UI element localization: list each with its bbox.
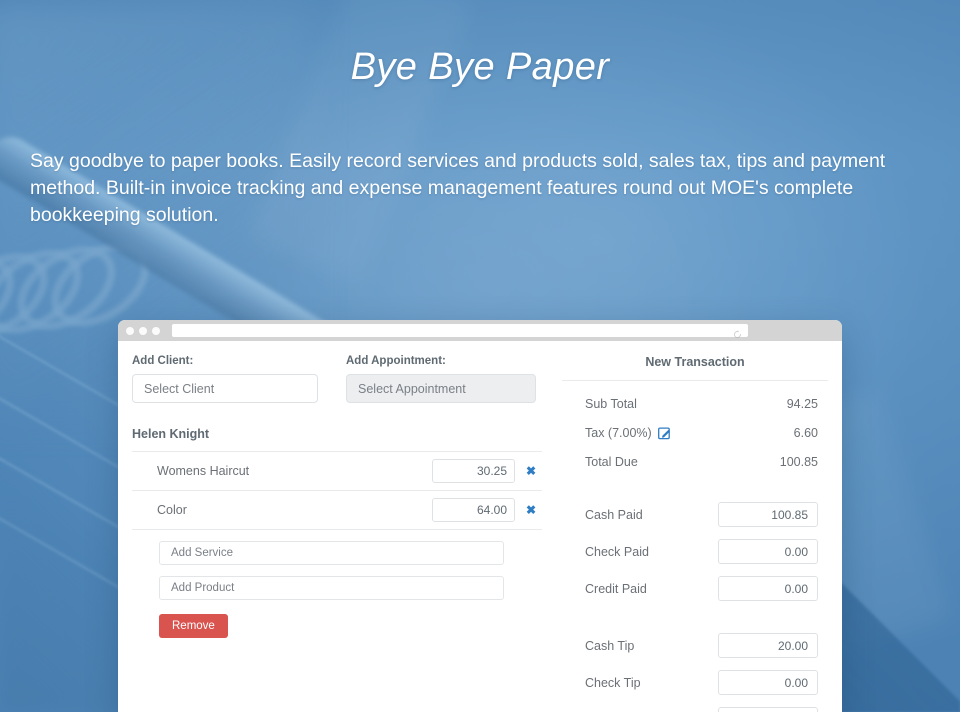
line-item-amount-input[interactable]: 64.00 <box>432 498 515 522</box>
page-title: Bye Bye Paper <box>350 46 610 88</box>
list-item: Credit Tip 0.00 <box>562 701 828 712</box>
total-due-value: 100.85 <box>779 454 818 469</box>
line-item-amount-input[interactable]: 30.25 <box>432 459 515 483</box>
select-appointment-dropdown[interactable]: Select Appointment <box>346 374 536 403</box>
list-item: Total Due 100.85 <box>562 447 828 476</box>
total-due-label: Total Due <box>585 454 638 469</box>
minimize-window-dot[interactable] <box>139 326 147 335</box>
page-description: Say goodbye to paper books. Easily recor… <box>30 150 886 226</box>
line-item-name: Color <box>157 503 187 517</box>
address-bar[interactable] <box>172 324 748 338</box>
cash-tip-label: Cash Tip <box>585 638 635 653</box>
edit-pencil-icon[interactable] <box>657 426 672 440</box>
cash-paid-label: Cash Paid <box>585 507 643 522</box>
close-window-dot[interactable] <box>126 326 134 335</box>
close-icon[interactable]: ✖ <box>520 503 542 517</box>
select-client-dropdown[interactable]: Select Client <box>132 374 318 403</box>
add-appointment-label: Add Appointment: <box>346 355 446 367</box>
check-paid-label: Check Paid <box>585 544 649 559</box>
transaction-left-panel: Add Client: Select Client Add Appointmen… <box>132 355 550 712</box>
list-item: Check Tip 0.00 <box>562 664 828 701</box>
list-item: Cash Paid 100.85 <box>562 496 828 533</box>
subtotal-label: Sub Total <box>585 396 637 411</box>
divider <box>132 529 542 530</box>
maximize-window-dot[interactable] <box>152 326 160 335</box>
credit-paid-input[interactable]: 0.00 <box>718 576 818 601</box>
table-row: Color 64.00 ✖ <box>132 491 542 529</box>
close-icon[interactable]: ✖ <box>520 464 542 478</box>
list-item: Sub Total 94.25 <box>562 389 828 418</box>
remove-button[interactable]: Remove <box>159 614 228 638</box>
add-appointment-group: Add Appointment: Select Appointment <box>346 355 536 403</box>
panel-title: New Transaction <box>645 355 745 369</box>
tax-label: Tax (7.00%) <box>585 425 652 440</box>
add-client-label: Add Client: <box>132 355 194 367</box>
check-paid-input[interactable]: 0.00 <box>718 539 818 564</box>
table-row: Womens Haircut 30.25 ✖ <box>132 452 542 490</box>
add-product-input[interactable]: Add Product <box>159 576 504 600</box>
list-item: Check Paid 0.00 <box>562 533 828 570</box>
totals-list: Sub Total 94.25 Tax (7.00%) 6.60 Total D… <box>562 381 828 476</box>
selector-row: Add Client: Select Client Add Appointmen… <box>132 355 542 403</box>
credit-paid-label: Credit Paid <box>585 581 647 596</box>
app-content: Add Client: Select Client Add Appointmen… <box>118 341 842 712</box>
list-item: Tax (7.00%) 6.60 <box>562 418 828 447</box>
add-client-group: Add Client: Select Client <box>132 355 318 403</box>
browser-chrome <box>118 320 842 341</box>
line-item-name: Womens Haircut <box>157 464 250 478</box>
window-controls <box>126 326 160 335</box>
cash-tip-input[interactable]: 20.00 <box>718 633 818 658</box>
slide-stage: Bye Bye Paper Say goodbye to paper books… <box>0 0 960 712</box>
browser-mockup: Add Client: Select Client Add Appointmen… <box>118 320 842 712</box>
reload-icon[interactable] <box>733 326 742 338</box>
transaction-right-panel: New Transaction Sub Total 94.25 Tax (7.0… <box>550 355 828 712</box>
check-tip-input[interactable]: 0.00 <box>718 670 818 695</box>
check-tip-label: Check Tip <box>585 675 641 690</box>
list-item: Credit Paid 0.00 <box>562 570 828 607</box>
cash-paid-input[interactable]: 100.85 <box>718 502 818 527</box>
subtotal-value: 94.25 <box>786 396 818 411</box>
credit-tip-input[interactable]: 0.00 <box>718 707 818 712</box>
tax-value: 6.60 <box>793 425 818 440</box>
client-name-heading: Helen Knight <box>132 427 210 441</box>
list-item: Cash Tip 20.00 <box>562 627 828 664</box>
add-service-input[interactable]: Add Service <box>159 541 504 565</box>
